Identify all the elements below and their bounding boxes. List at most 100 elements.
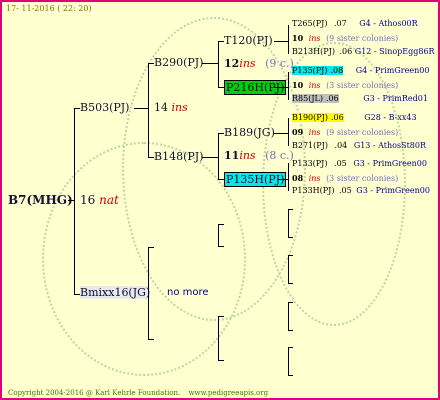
connector bbox=[274, 133, 288, 134]
gen4-mother[interactable]: B271(PJ) bbox=[292, 141, 328, 150]
connector bbox=[288, 255, 293, 256]
connector bbox=[218, 41, 219, 87]
connector bbox=[148, 339, 154, 340]
gen4-father[interactable]: B190(PJ) bbox=[292, 113, 328, 122]
root-generation: 16 nat bbox=[80, 193, 119, 207]
father-generation: 14 ins bbox=[154, 101, 188, 114]
root-mating-type: nat bbox=[99, 193, 119, 207]
father-mating-type: ins bbox=[171, 101, 188, 114]
gen3-gen-number: 11 bbox=[224, 149, 240, 162]
gen4-gen-number: 10 bbox=[292, 80, 304, 90]
gen3-gen-number: 12 bbox=[224, 57, 240, 70]
gen4-gen-number: 10 bbox=[292, 33, 304, 43]
gen4-mother-source[interactable]: G12 - SinopEgg86R bbox=[355, 47, 435, 56]
report-date: 17- 11-2016 ( 22: 20) bbox=[6, 4, 92, 13]
copyright-footer: Copyright 2004-2016 @ Karl Kehrle Founda… bbox=[8, 389, 268, 397]
gen4-mother-row: P133H(PJ) .05 G3 - PrimGreen00 bbox=[292, 186, 430, 195]
connector bbox=[218, 133, 219, 179]
connector bbox=[288, 209, 293, 210]
gen4-sister-colonies: (9 sister colonies) bbox=[326, 34, 399, 43]
father-drone-colony[interactable]: B503(PJ) bbox=[80, 101, 129, 114]
connector bbox=[218, 224, 224, 225]
connector bbox=[288, 209, 289, 237]
gen2-colony[interactable]: B148(PJ) bbox=[154, 150, 203, 163]
gen4-generation-row: 09 ins (9 sister colonies) bbox=[292, 127, 398, 137]
connector bbox=[288, 302, 289, 330]
gen4-mating-type: ins bbox=[308, 128, 321, 137]
gen3-count: (8 c.) bbox=[265, 149, 294, 162]
gen4-mother[interactable]: B213H(PJ) bbox=[292, 47, 335, 56]
gen4-father-source[interactable]: G3 - PrimGreen00 bbox=[353, 159, 427, 168]
connector bbox=[274, 87, 288, 88]
gen4-father[interactable]: P135(PJ) bbox=[292, 66, 328, 75]
website-link[interactable]: www.pedigreeapis.org bbox=[189, 389, 269, 397]
gen4-sister-colonies: (3 sister colonies) bbox=[326, 174, 399, 183]
connector bbox=[288, 237, 293, 238]
connector bbox=[274, 41, 288, 42]
connector bbox=[218, 316, 219, 360]
gen4-father[interactable]: T265(PJ) bbox=[292, 19, 327, 28]
gen3-count: (9 c.) bbox=[265, 57, 294, 70]
connector bbox=[288, 375, 293, 376]
gen4-mating-type: ins bbox=[308, 34, 321, 43]
gen3-father[interactable]: B189(JG) bbox=[224, 126, 275, 139]
gen4-mating-type: ins bbox=[308, 174, 321, 183]
connector bbox=[218, 224, 219, 246]
connector bbox=[288, 330, 293, 331]
gen4-sister-colonies: (9 sister colonies) bbox=[326, 128, 399, 137]
gen4-father-row: P133(PJ) .05 G3 - PrimGreen00 bbox=[292, 159, 427, 168]
gen3-father[interactable]: T120(PJ) bbox=[224, 34, 273, 47]
gen3-mating-type: ins bbox=[239, 57, 256, 70]
connector bbox=[288, 72, 289, 100]
connector bbox=[148, 247, 149, 339]
gen4-father-row: B190(PJ) .06 G28 - B-xx43 bbox=[292, 113, 417, 122]
gen4-generation-row: 10 ins (3 sister colonies) bbox=[292, 80, 398, 90]
connector bbox=[288, 163, 289, 191]
gen4-mother[interactable]: P133H(PJ) bbox=[292, 186, 334, 195]
gen3-generation: 11ins (8 c.) bbox=[224, 149, 294, 162]
connector bbox=[288, 255, 289, 283]
gen4-father-source[interactable]: G4 - Athos00R bbox=[359, 19, 417, 28]
pedigree-frame: 17- 11-2016 ( 22: 20) B7(MHG) 16 nat B50… bbox=[0, 0, 440, 400]
connector bbox=[148, 247, 154, 248]
root-queen[interactable]: B7(MHG) bbox=[8, 193, 73, 207]
connector bbox=[148, 63, 149, 157]
connector bbox=[288, 25, 289, 54]
gen4-mother-row: B213H(PJ) .06 G12 - SinopEgg86R bbox=[292, 47, 435, 56]
connector bbox=[202, 63, 218, 64]
gen4-father-row: P135(PJ) .08 G4 - PrimGreen00 bbox=[292, 66, 429, 75]
gen4-sister-colonies: (3 sister colonies) bbox=[326, 81, 399, 90]
gen4-gen-number: 08 bbox=[292, 173, 304, 183]
gen4-father-source[interactable]: G4 - PrimGreen00 bbox=[356, 66, 430, 75]
root-gen-number: 16 bbox=[80, 193, 96, 207]
gen4-father-source[interactable]: G28 - B-xx43 bbox=[364, 113, 416, 122]
gen4-mother-value: .04 bbox=[334, 141, 348, 150]
father-gen-number: 14 bbox=[154, 101, 168, 114]
gen2-colony[interactable]: B290(PJ) bbox=[154, 56, 203, 69]
gen3-mating-type: ins bbox=[239, 149, 256, 162]
connector bbox=[218, 360, 224, 361]
gen4-mother-value: .05 bbox=[339, 186, 352, 195]
gen4-father-value: .05 bbox=[334, 159, 347, 168]
gen4-generation-row: 08 ins (3 sister colonies) bbox=[292, 173, 398, 183]
mother-queen[interactable]: Bmixx16(JG) bbox=[80, 286, 151, 299]
connector bbox=[218, 316, 224, 317]
connector bbox=[288, 118, 289, 146]
connector bbox=[218, 246, 224, 247]
gen4-mother-source[interactable]: G13 - AthosSt80R bbox=[354, 141, 426, 150]
gen3-generation: 12ins (9 c.) bbox=[224, 57, 294, 70]
connector bbox=[134, 108, 148, 109]
copyright-text: Copyright 2004-2016 @ Karl Kehrle Founda… bbox=[8, 389, 181, 397]
gen4-mother-source[interactable]: G3 - PrimRed01 bbox=[363, 94, 428, 103]
watermark-decoration bbox=[42, 142, 246, 376]
gen4-father-value: .07 bbox=[333, 19, 347, 28]
gen4-mother-source[interactable]: G3 - PrimGreen00 bbox=[356, 186, 430, 195]
gen4-father-value: .08 bbox=[327, 66, 344, 75]
gen4-father-value: .06 bbox=[327, 113, 344, 122]
gen4-mother[interactable]: R85(JL) bbox=[292, 94, 323, 103]
no-more-label: no more bbox=[167, 287, 209, 298]
connector bbox=[288, 347, 293, 348]
connector bbox=[278, 179, 288, 180]
gen4-father[interactable]: P133(PJ) bbox=[292, 159, 327, 168]
connector bbox=[202, 157, 218, 158]
